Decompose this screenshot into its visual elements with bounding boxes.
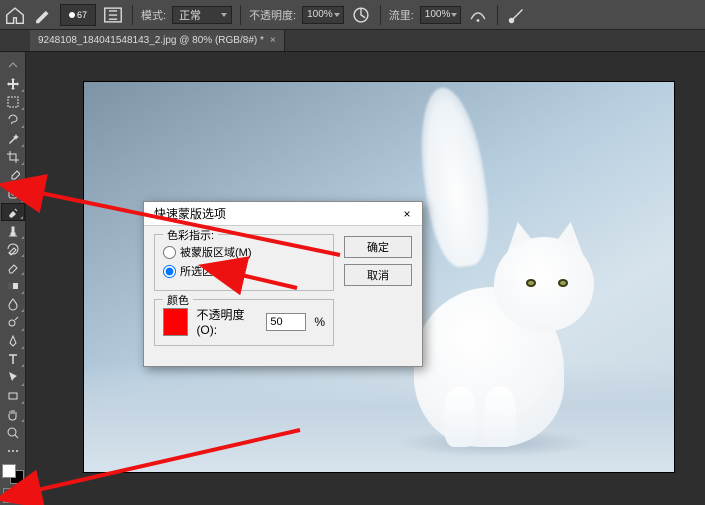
opacity-label: 不透明度(O): xyxy=(196,306,258,337)
opacity-field[interactable]: 100% xyxy=(302,6,344,24)
color-swatches[interactable] xyxy=(2,464,24,484)
magic-wand-tool[interactable] xyxy=(1,129,25,147)
stamp-tool[interactable] xyxy=(1,221,25,239)
document-tab-title: 9248108_184041548143_2.jpg @ 80% (RGB/8#… xyxy=(38,35,264,46)
brush-preset-picker[interactable]: 67 xyxy=(60,4,96,26)
move-tool[interactable] xyxy=(1,74,25,92)
zoom-tool[interactable] xyxy=(1,423,25,441)
pressure-size-icon[interactable] xyxy=(506,4,528,26)
radio-masked-areas[interactable]: 被蒙版区域(M) xyxy=(163,244,325,260)
tool-preset-icon[interactable] xyxy=(32,4,54,26)
quick-mask-options-dialog: 快速蒙版选项 × 色彩指示: 被蒙版区域(M) 所选区域(S) 颜色 不透明度( xyxy=(143,201,423,367)
dialog-title: 快速蒙版选项 xyxy=(154,205,226,222)
history-brush-tool[interactable] xyxy=(1,240,25,258)
home-icon[interactable] xyxy=(4,4,26,26)
options-bar: 67 模式: 正常 不透明度: 100% 流里: 100% xyxy=(0,0,705,30)
group-legend: 颜色 xyxy=(163,292,193,308)
lasso-tool[interactable] xyxy=(1,111,25,129)
dodge-tool[interactable] xyxy=(1,313,25,331)
quick-mask-toggle[interactable] xyxy=(3,488,23,503)
type-tool[interactable] xyxy=(1,350,25,368)
close-icon[interactable]: × xyxy=(398,205,416,223)
document-tab[interactable]: 9248108_184041548143_2.jpg @ 80% (RGB/8#… xyxy=(30,30,285,51)
dialog-titlebar[interactable]: 快速蒙版选项 × xyxy=(144,202,422,226)
cancel-button[interactable]: 取消 xyxy=(344,264,412,286)
path-selection-tool[interactable] xyxy=(1,368,25,386)
radio-selected-areas[interactable]: 所选区域(S) xyxy=(163,263,325,279)
blend-mode-label: 模式: xyxy=(141,7,166,23)
crop-tool[interactable] xyxy=(1,148,25,166)
radio-input[interactable] xyxy=(163,265,176,278)
foreground-color-swatch[interactable] xyxy=(2,464,16,478)
blend-mode-select[interactable]: 正常 xyxy=(172,6,232,24)
pressure-opacity-icon[interactable] xyxy=(350,4,372,26)
ok-button[interactable]: 确定 xyxy=(344,236,412,258)
gradient-tool[interactable] xyxy=(1,276,25,294)
percent-label: % xyxy=(314,315,325,329)
brush-size-value: 67 xyxy=(77,10,87,20)
rectangle-tool[interactable] xyxy=(1,387,25,405)
radio-input[interactable] xyxy=(163,246,176,259)
opacity-input[interactable] xyxy=(266,313,306,331)
eraser-tool[interactable] xyxy=(1,258,25,276)
hand-tool[interactable] xyxy=(1,405,25,423)
airbrush-icon[interactable] xyxy=(467,4,489,26)
opacity-label: 不透明度: xyxy=(249,7,296,23)
document-tab-bar: 9248108_184041548143_2.jpg @ 80% (RGB/8#… xyxy=(0,30,705,52)
blur-tool[interactable] xyxy=(1,295,25,313)
brush-panel-icon[interactable] xyxy=(102,4,124,26)
pen-tool[interactable] xyxy=(1,332,25,350)
expand-handle-icon[interactable] xyxy=(1,56,25,74)
flow-label: 流里: xyxy=(389,7,414,23)
tool-strip xyxy=(0,52,26,505)
eyedropper-tool[interactable] xyxy=(1,166,25,184)
more-tools-icon[interactable] xyxy=(1,442,25,460)
flow-field[interactable]: 100% xyxy=(420,6,462,24)
color-indicates-group: 色彩指示: 被蒙版区域(M) 所选区域(S) xyxy=(154,234,334,291)
marquee-tool[interactable] xyxy=(1,93,25,111)
close-icon[interactable]: × xyxy=(270,35,276,46)
group-legend: 色彩指示: xyxy=(163,227,218,243)
brush-tool[interactable] xyxy=(1,203,25,222)
healing-brush-tool[interactable] xyxy=(1,185,25,203)
color-swatch[interactable] xyxy=(163,308,188,336)
color-group: 颜色 不透明度(O): % xyxy=(154,299,334,346)
